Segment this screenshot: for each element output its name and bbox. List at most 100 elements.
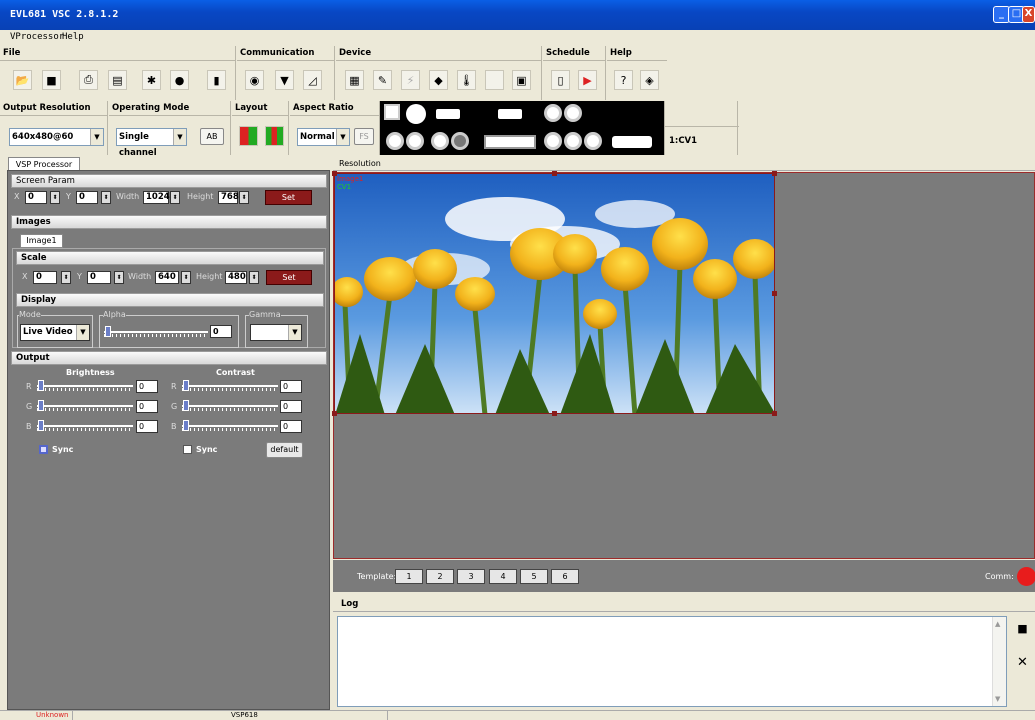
scale-y-input[interactable]: 0 <box>87 271 111 284</box>
spinner-icon[interactable]: ⬍ <box>114 271 124 284</box>
scale-height-input[interactable]: 480 <box>225 271 247 284</box>
alpha-value[interactable]: 0 <box>210 325 232 338</box>
bnc-port-icon-5[interactable] <box>544 132 562 150</box>
screen-width-input[interactable]: 1024 <box>143 191 170 204</box>
contrast-g-value[interactable]: 0 <box>280 400 302 413</box>
menu-help[interactable]: Help <box>62 32 84 42</box>
print-icon[interactable]: ⎙ <box>79 70 98 90</box>
close-button[interactable]: X <box>1022 6 1035 23</box>
default-button[interactable]: default <box>266 442 303 458</box>
save-log-icon[interactable]: ■ <box>1013 618 1032 638</box>
tab-image1[interactable]: Image1 <box>20 234 63 248</box>
svideo-port-icon[interactable] <box>406 104 426 124</box>
screen-height-input[interactable]: 768 <box>218 191 239 204</box>
contrast-sync-checkbox[interactable] <box>183 445 192 454</box>
schedule-icon[interactable]: ▯ <box>551 70 570 90</box>
hdmi-port-icon-2[interactable] <box>498 109 522 119</box>
contrast-b-value[interactable]: 0 <box>280 420 302 433</box>
pen-icon[interactable]: ✎ <box>373 70 392 90</box>
operating-mode-select[interactable]: Single channel ▼ <box>116 128 187 158</box>
bnc-port-icon-2[interactable] <box>406 132 424 150</box>
slider-thumb[interactable] <box>38 420 44 431</box>
disconnect-icon[interactable]: ▼ <box>275 70 294 90</box>
blank-tool-icon[interactable] <box>485 70 504 90</box>
output-resolution-select[interactable]: 640x480@60 ▼ <box>9 128 104 146</box>
resize-handle[interactable] <box>772 171 777 176</box>
image1-layer[interactable]: Image1 CV1 <box>334 173 775 414</box>
grid-icon[interactable]: ▦ <box>345 70 364 90</box>
globe-icon[interactable]: ● <box>170 70 189 90</box>
dvi-port-icon[interactable] <box>484 135 536 149</box>
brightness-b-value[interactable]: 0 <box>136 420 158 433</box>
resize-handle[interactable] <box>552 171 557 176</box>
brightness-g-value[interactable]: 0 <box>136 400 158 413</box>
spinner-icon[interactable]: ⬍ <box>101 191 111 204</box>
bnc-port-icon-3[interactable] <box>431 132 449 150</box>
signal-icon[interactable]: ◿ <box>303 70 322 90</box>
slider-thumb[interactable] <box>183 400 189 411</box>
settings-icon[interactable]: ✱ <box>142 70 161 90</box>
resize-handle[interactable] <box>552 411 557 416</box>
template-button-3[interactable]: 3 <box>457 569 485 584</box>
vga-port-icon[interactable] <box>612 136 652 148</box>
rca-port-icon-2[interactable] <box>564 104 582 122</box>
spinner-icon[interactable]: ⬍ <box>61 271 71 284</box>
slider-thumb[interactable] <box>183 420 189 431</box>
thermometer-icon[interactable]: 🌡 <box>457 70 476 90</box>
hdmi-port-icon-1[interactable] <box>436 109 460 119</box>
scroll-down-icon[interactable]: ▼ <box>995 695 1000 703</box>
scale-x-input[interactable]: 0 <box>33 271 57 284</box>
scale-width-input[interactable]: 640 <box>155 271 179 284</box>
alpha-slider[interactable] <box>104 326 208 338</box>
template-button-2[interactable]: 2 <box>426 569 454 584</box>
open-folder-icon[interactable]: 📂 <box>13 70 32 90</box>
device-info-icon[interactable]: ▣ <box>512 70 531 90</box>
fs-button[interactable]: FS <box>354 128 374 145</box>
menu-vprocessor[interactable]: VProcessor <box>10 32 64 42</box>
scroll-up-icon[interactable]: ▲ <box>995 620 1000 628</box>
brightness-r-value[interactable]: 0 <box>136 380 158 393</box>
contrast-g-slider[interactable] <box>182 400 278 412</box>
spinner-icon[interactable]: ⬍ <box>181 271 191 284</box>
bnc-port-icon-1[interactable] <box>386 132 404 150</box>
spinner-icon[interactable]: ⬍ <box>170 191 180 204</box>
bnc-port-icon-4[interactable] <box>451 132 469 150</box>
brightness-r-slider[interactable] <box>37 380 133 392</box>
resize-handle[interactable] <box>332 411 337 416</box>
aspect-ratio-select[interactable]: Normal ▼ <box>297 128 350 146</box>
layout-pip-icon[interactable] <box>265 126 284 146</box>
rca-port-icon-1[interactable] <box>544 104 562 122</box>
exit-icon[interactable]: ▮ <box>207 70 226 90</box>
contrast-r-slider[interactable] <box>182 380 278 392</box>
tab-vsp-processor[interactable]: VSP Processor <box>8 157 80 171</box>
template-button-4[interactable]: 4 <box>489 569 517 584</box>
tool-icon[interactable]: ⚡ <box>401 70 420 90</box>
scale-set-button[interactable]: Set <box>266 270 312 285</box>
template-button-5[interactable]: 5 <box>520 569 548 584</box>
contrast-b-slider[interactable] <box>182 420 278 432</box>
resize-handle[interactable] <box>772 411 777 416</box>
slider-thumb[interactable] <box>38 380 44 391</box>
screen-x-input[interactable]: 0 <box>25 191 47 204</box>
spinner-icon[interactable]: ⬍ <box>50 191 60 204</box>
resize-handle[interactable] <box>772 291 777 296</box>
spinner-icon[interactable]: ⬍ <box>249 271 259 284</box>
play-icon[interactable]: ▶ <box>578 70 597 90</box>
help-icon[interactable]: ? <box>614 70 633 90</box>
contrast-r-value[interactable]: 0 <box>280 380 302 393</box>
slider-thumb[interactable] <box>183 380 189 391</box>
bnc-port-icon-7[interactable] <box>584 132 602 150</box>
ab-button[interactable]: AB <box>200 128 224 145</box>
slider-thumb[interactable] <box>38 400 44 411</box>
slider-thumb[interactable] <box>105 326 111 337</box>
about-icon[interactable]: ◈ <box>640 70 659 90</box>
preview-canvas[interactable]: Image1 CV1 <box>332 171 1035 559</box>
mode-select[interactable]: Live Video ▼ <box>20 324 90 341</box>
brightness-b-slider[interactable] <box>37 420 133 432</box>
spinner-icon[interactable]: ⬍ <box>239 191 249 204</box>
wrench-icon[interactable]: ◆ <box>429 70 448 90</box>
save-as-icon[interactable]: ▤ <box>108 70 127 90</box>
layout-single-icon[interactable] <box>239 126 258 146</box>
bnc-port-icon-6[interactable] <box>564 132 582 150</box>
brightness-g-slider[interactable] <box>37 400 133 412</box>
